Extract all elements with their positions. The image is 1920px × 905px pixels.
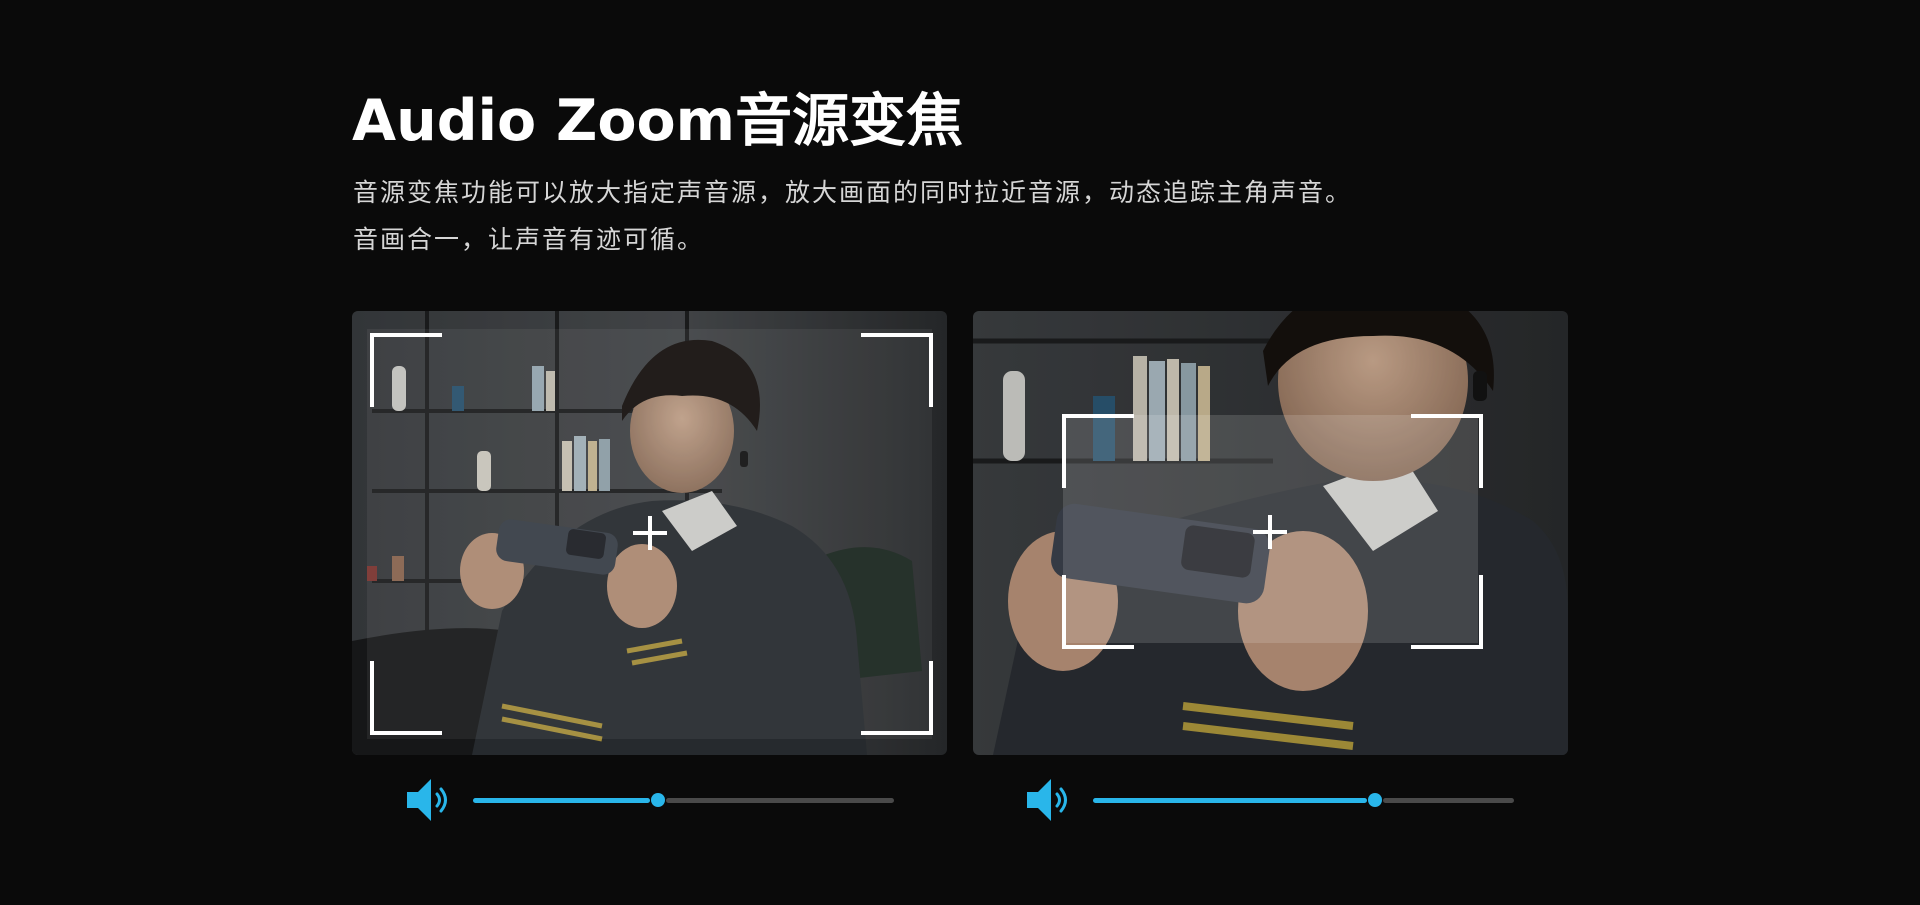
focus-crosshair-icon bbox=[633, 516, 667, 550]
description-line-1: 音源变焦功能可以放大指定声音源，放大画面的同时拉近音源，动态追踪主角声音。 bbox=[353, 178, 1353, 207]
frame-corner-bottom-left bbox=[1062, 575, 1134, 649]
wide-view-image bbox=[352, 311, 947, 755]
frame-corner-bottom-left bbox=[370, 661, 442, 735]
frame-corner-bottom-right bbox=[861, 661, 933, 735]
volume-slider[interactable] bbox=[473, 793, 894, 807]
speaker-volume-icon[interactable] bbox=[405, 774, 457, 826]
zoomed-view-image bbox=[973, 311, 1568, 755]
slider-thumb[interactable] bbox=[651, 793, 665, 807]
slider-thumb[interactable] bbox=[1368, 793, 1382, 807]
slider-fill bbox=[1093, 798, 1367, 803]
volume-control-zoomed bbox=[1025, 774, 1515, 826]
description-line-2: 音画合一，让声音有迹可循。 bbox=[353, 225, 705, 254]
volume-control-wide bbox=[405, 774, 895, 826]
slider-fill bbox=[473, 798, 650, 803]
slider-track bbox=[666, 798, 894, 803]
frame-corner-top-left bbox=[370, 333, 442, 407]
audio-zoom-section: Audio Zoom音源变焦 音源变焦功能可以放大指定声音源，放大画面的同时拉近… bbox=[0, 0, 1920, 905]
focus-crosshair-icon bbox=[1253, 515, 1287, 549]
volume-slider[interactable] bbox=[1093, 793, 1514, 807]
slider-track bbox=[1383, 798, 1514, 803]
page-title: Audio Zoom音源变焦 bbox=[352, 88, 964, 154]
frame-corner-top-right bbox=[861, 333, 933, 407]
frame-corner-bottom-right bbox=[1411, 575, 1483, 649]
frame-corner-top-right bbox=[1411, 414, 1483, 488]
speaker-volume-icon[interactable] bbox=[1025, 774, 1077, 826]
frame-corner-top-left bbox=[1062, 414, 1134, 488]
